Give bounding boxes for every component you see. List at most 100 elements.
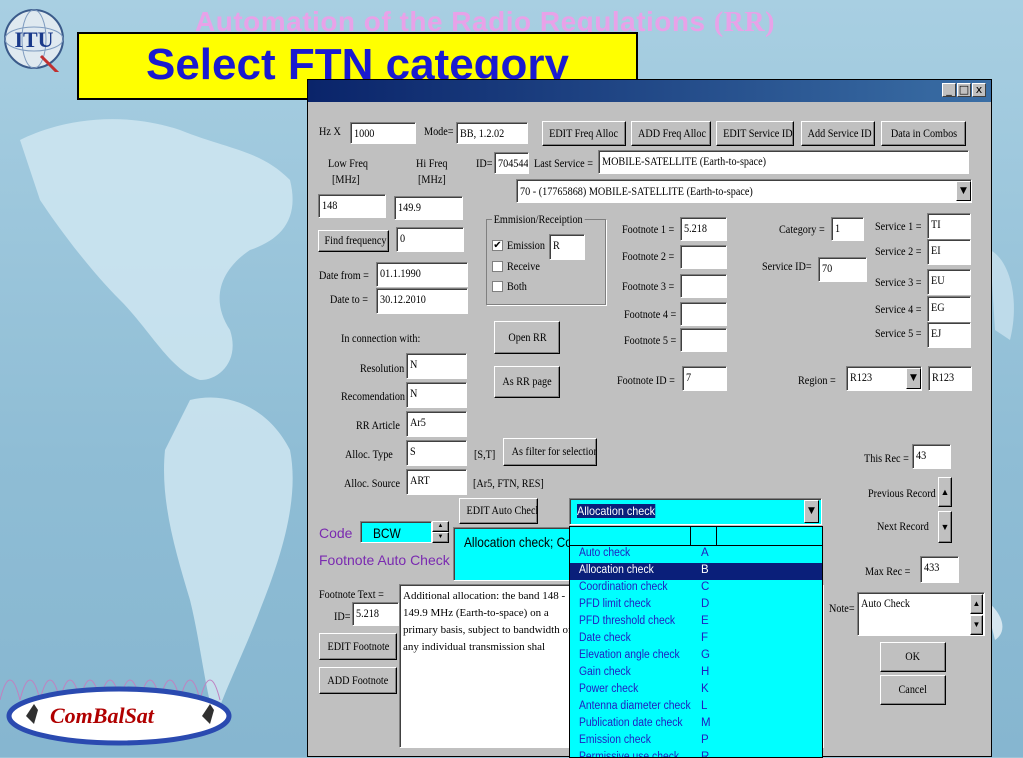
footnote-2-label: Footnote 2 = (622, 249, 675, 263)
note-field[interactable]: Auto Check (857, 592, 985, 636)
low-freq-unit: [MHz] (332, 172, 360, 186)
footnote-1-field[interactable]: 5.218 (680, 217, 727, 241)
footnote-auto-check-label: Footnote Auto Check = (319, 552, 462, 568)
service-3-field[interactable]: EU (927, 269, 971, 295)
this-rec-label: This Rec = (864, 451, 909, 465)
dropdown-option[interactable]: Elevation angle check G (570, 648, 822, 665)
service-2-field[interactable]: EI (927, 239, 971, 265)
footnote-3-field[interactable] (680, 274, 727, 298)
edit-freq-alloc-button[interactable]: EDIT Freq Alloc (542, 121, 626, 146)
open-rr-button[interactable]: Open RR (494, 321, 560, 354)
code-spin-down-icon[interactable]: ▼ (432, 532, 449, 543)
emission-checkbox[interactable]: ✔ (492, 240, 503, 251)
dropdown-option-code: L (701, 700, 708, 712)
note-scroll-up-icon[interactable]: ▲ (970, 594, 983, 614)
alloc-source-field[interactable]: ART (406, 469, 467, 495)
previous-record-button[interactable]: ▲ (938, 477, 952, 507)
dropdown-option[interactable]: Power check K (570, 682, 822, 699)
footnote-text-id-field[interactable]: 5.218 (352, 602, 399, 626)
find-frequency-button[interactable]: Find frequency (318, 230, 389, 252)
alloc-type-field[interactable]: S (406, 440, 467, 466)
category-field[interactable]: 1 (831, 217, 864, 241)
code-label: Code (319, 525, 353, 541)
dropdown-option[interactable]: Coordination check C (570, 580, 822, 597)
max-rec-label: Max Rec = (865, 564, 911, 578)
alloc-source-hint: [Ar5, FTN, RES] (473, 476, 544, 490)
hz-field[interactable]: 1000 (350, 122, 416, 144)
footnote-2-field[interactable] (680, 245, 727, 269)
dropdown-option[interactable]: Date check F (570, 631, 822, 648)
rr-article-field[interactable]: Ar5 (406, 411, 467, 437)
as-rr-page-button[interactable]: As RR page (494, 366, 560, 398)
dropdown-option[interactable]: Auto check A (570, 546, 822, 563)
hi-freq-field[interactable]: 149.9 (394, 196, 463, 220)
date-from-field[interactable]: 01.1.1990 (376, 262, 468, 287)
dropdown-option[interactable]: Emission check P (570, 733, 822, 750)
this-rec-field[interactable]: 43 (912, 444, 951, 469)
find-frequency-field[interactable]: 0 (396, 227, 464, 252)
as-filter-button[interactable]: As filter for selection (503, 438, 597, 466)
dropdown-option-name: PFD threshold check (579, 615, 676, 627)
add-service-id-button[interactable]: Add Service ID (801, 121, 875, 146)
service-4-field[interactable]: EG (927, 296, 971, 322)
dropdown-option[interactable]: Allocation check B (570, 563, 822, 580)
category-label: Category = (779, 222, 825, 236)
last-service-field[interactable]: MOBILE-SATELLITE (Earth-to-space) (598, 150, 969, 174)
footnote-id-field[interactable]: 7 (682, 366, 727, 391)
mode-field[interactable]: BB, 1.2.02 (456, 122, 528, 144)
emission-group-label: Emmision/Receiption (492, 212, 585, 227)
dropdown-option[interactable]: PFD threshold check E (570, 614, 822, 631)
auto-check-dropdown[interactable]: Allocation check (569, 498, 822, 525)
dropdown-option-name: Coordination check (579, 581, 668, 593)
date-to-field[interactable]: 30.12.2010 (376, 288, 468, 314)
next-record-button[interactable]: ▼ (938, 511, 952, 543)
footnote-id-label: Footnote ID = (617, 373, 675, 387)
region-field[interactable]: R123 (928, 366, 972, 391)
edit-service-id-button[interactable]: EDIT Service ID (716, 121, 794, 146)
maximize-icon[interactable]: □ (957, 83, 971, 97)
add-freq-alloc-button[interactable]: ADD Freq Alloc (631, 121, 711, 146)
dropdown-option-name: Allocation check (579, 564, 654, 576)
dropdown-option-code: F (701, 632, 709, 644)
footnote-5-field[interactable] (680, 328, 727, 352)
service-1-field[interactable]: TI (927, 213, 971, 239)
cancel-button[interactable]: Cancel (880, 675, 946, 705)
dropdown-option[interactable]: Gain check H (570, 665, 822, 682)
footnote-4-field[interactable] (680, 302, 727, 326)
both-checkbox[interactable] (492, 281, 503, 292)
emission-field[interactable]: R (549, 234, 585, 260)
dropdown-option-code: H (701, 666, 710, 678)
dropdown-option[interactable]: Publication date check M (570, 716, 822, 733)
dropdown-option-code: D (701, 598, 710, 610)
region-chevron-down-icon[interactable]: ▼ (906, 368, 921, 389)
alloc-type-label: Alloc. Type (345, 447, 393, 461)
service-5-field[interactable]: EJ (927, 322, 971, 348)
service-id-field[interactable]: 70 (818, 257, 867, 282)
date-from-label: Date from = (319, 268, 369, 282)
service-combo[interactable]: 70 - (17765868) MOBILE-SATELLITE (Earth-… (516, 179, 972, 203)
receive-checkbox[interactable] (492, 261, 503, 272)
data-in-combos-button[interactable]: Data in Combos (881, 121, 966, 146)
minimize-icon[interactable]: _ (942, 83, 956, 97)
dropdown-option[interactable]: PFD limit check D (570, 597, 822, 614)
ok-button[interactable]: OK (880, 642, 946, 672)
service-combo-chevron-down-icon[interactable]: ▼ (956, 181, 971, 201)
dropdown-option[interactable]: Antenna diameter check L (570, 699, 822, 716)
code-field[interactable]: BCW (360, 521, 432, 543)
window-titlebar[interactable]: _ □ x (308, 80, 991, 102)
recommendation-field[interactable]: N (406, 382, 467, 408)
max-rec-field[interactable]: 433 (920, 556, 959, 583)
footnote-auto-check-field[interactable]: Allocation check; Co (453, 527, 573, 581)
dropdown-option-code: M (701, 717, 711, 729)
code-spin-up-icon[interactable]: ▲ (432, 521, 449, 532)
edit-auto-check-button[interactable]: EDIT Auto Check (459, 498, 538, 524)
auto-check-chevron-down-icon[interactable]: ▼ (804, 500, 819, 523)
note-scroll-down-icon[interactable]: ▼ (970, 615, 983, 635)
close-icon[interactable]: x (972, 83, 986, 97)
resolution-field[interactable]: N (406, 353, 467, 379)
id-field[interactable]: 704544 (494, 152, 529, 174)
add-footnote-button[interactable]: ADD Footnote (319, 667, 397, 694)
rr-article-label: RR Article (356, 418, 400, 432)
edit-footnote-button[interactable]: EDIT Footnote (319, 633, 397, 660)
low-freq-field[interactable]: 148 (318, 194, 386, 218)
